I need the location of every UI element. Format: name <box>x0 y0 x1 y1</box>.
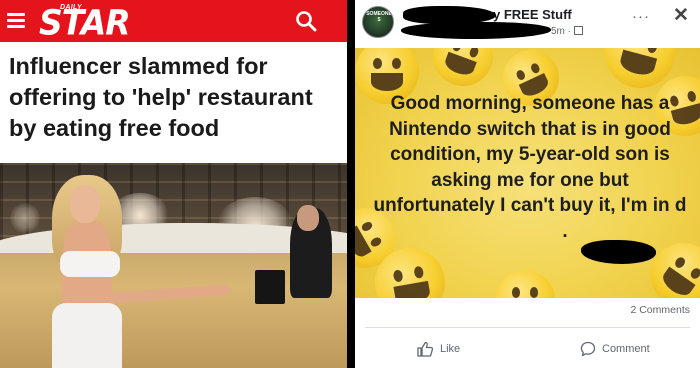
post-header: SOMEONE S y FREE Stuff 5m · ··· ✕ <box>355 0 700 48</box>
social-post-panel: SOMEONE S y FREE Stuff 5m · ··· ✕ Good m… <box>355 0 700 368</box>
comment-icon <box>580 341 596 357</box>
like-icon <box>417 341 434 357</box>
more-options-icon[interactable]: ··· <box>632 8 650 25</box>
hamburger-menu-icon[interactable] <box>7 13 25 29</box>
emoji-decoration <box>495 270 555 298</box>
post-body-text: Good morning, someone has a Nintendo swi… <box>371 91 689 245</box>
group-name[interactable]: y FREE Stuff <box>493 7 572 22</box>
logo-star-text: STAR <box>39 2 131 43</box>
article-panel: DAILY STAR Influencer slammed for offeri… <box>0 0 347 368</box>
comments-count-link[interactable]: 2 Comments <box>630 304 690 316</box>
divider <box>365 327 690 328</box>
post-body-end: . <box>562 220 568 242</box>
globe-icon <box>574 26 583 35</box>
like-button[interactable]: Like <box>417 341 460 357</box>
search-icon[interactable] <box>294 9 318 33</box>
comment-button[interactable]: Comment <box>580 341 650 357</box>
post-body-main: Good morning, someone has a Nintendo swi… <box>373 93 687 217</box>
group-avatar[interactable]: SOMEONE S <box>362 6 394 38</box>
article-headline[interactable]: Influencer slammed for offering to 'help… <box>9 51 343 144</box>
comment-label: Comment <box>602 343 650 355</box>
emoji-decoration <box>424 48 502 95</box>
close-icon[interactable]: ✕ <box>673 4 689 27</box>
article-photo <box>0 163 347 368</box>
redaction-mark <box>401 22 551 39</box>
avatar-label: SOMEONE S <box>366 11 392 23</box>
post-time-text: 5m · <box>551 26 571 37</box>
like-label: Like <box>440 343 461 355</box>
post-timestamp: 5m · <box>551 26 583 37</box>
site-header: DAILY STAR <box>0 0 347 42</box>
